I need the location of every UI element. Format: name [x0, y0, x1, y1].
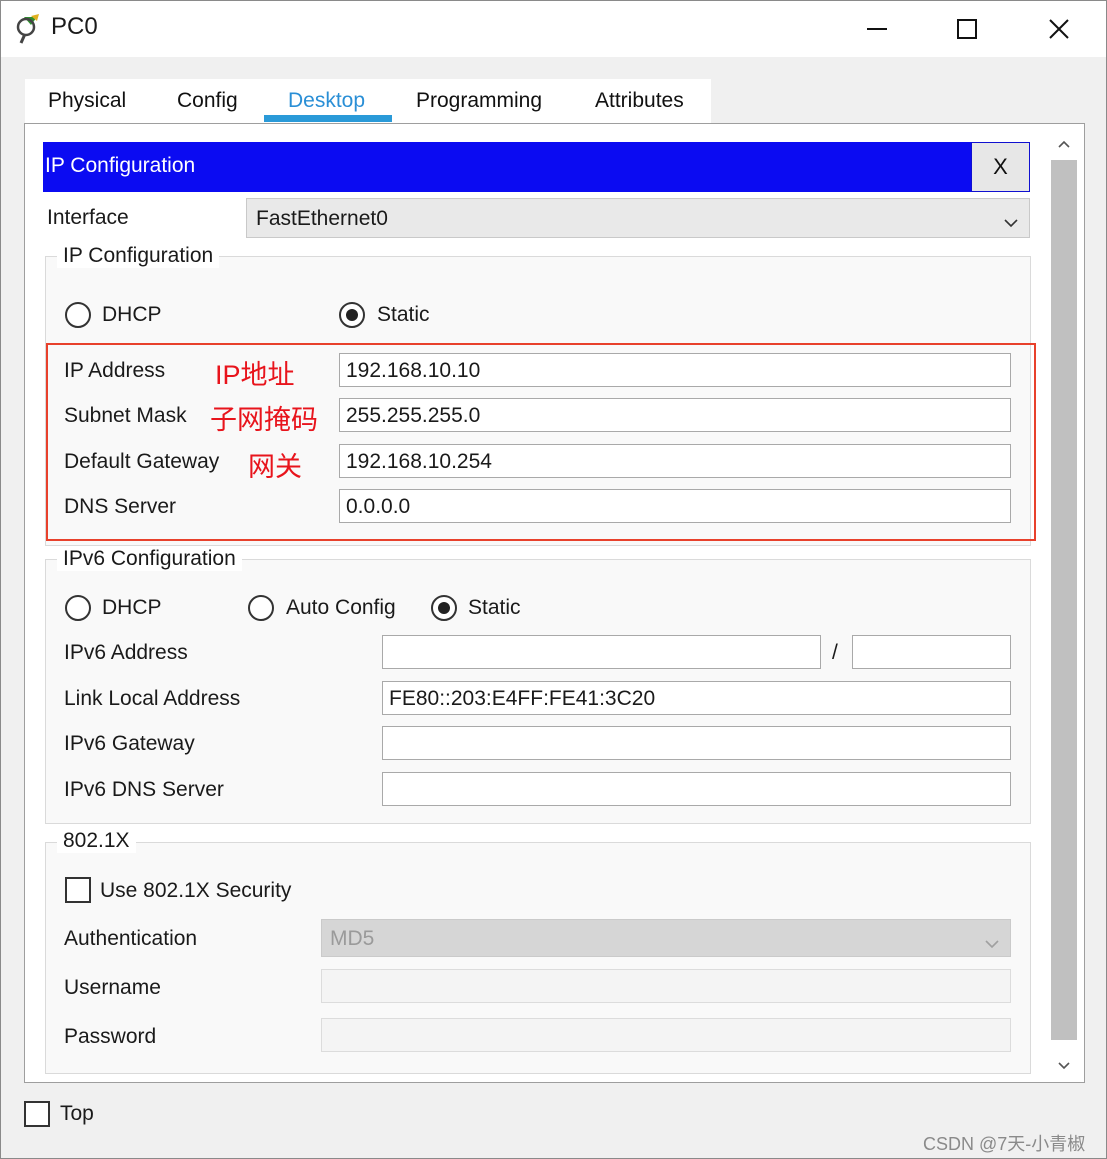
ipv6-address-label: IPv6 Address [64, 641, 188, 664]
scroll-down-arrow-icon[interactable] [1049, 1052, 1079, 1080]
password-input[interactable] [321, 1018, 1011, 1052]
interface-label: Interface [47, 206, 129, 229]
ipv6-static-label: Static [468, 596, 521, 619]
ipv6-address-input[interactable] [382, 635, 821, 669]
dns-server-label: DNS Server [64, 495, 177, 518]
use-8021x-checkbox[interactable] [65, 877, 91, 903]
username-label: Username [64, 976, 161, 999]
ipv4-dhcp-label: DHCP [102, 303, 162, 326]
password-label: Password [64, 1025, 157, 1048]
ipv6-gateway-input[interactable] [382, 726, 1011, 760]
tab-bar: Physical Config Desktop Programming Attr… [25, 79, 711, 123]
subnet-mask-input[interactable]: 255.255.255.0 [339, 398, 1011, 432]
tab-programming[interactable]: Programming [416, 89, 542, 113]
ipv4-static-label: Static [377, 303, 430, 326]
desktop-panel: IP Configuration X Interface FastEtherne… [24, 123, 1085, 1083]
chevron-down-icon [1003, 211, 1019, 235]
ip-address-annotation: IP地址 [215, 360, 295, 390]
ip-config-header: IP Configuration [43, 142, 971, 192]
ipv4-group-title: IP Configuration [57, 244, 220, 268]
dot1x-group-title: 802.1X [57, 829, 136, 853]
interface-select[interactable]: FastEthernet0 [246, 198, 1030, 238]
top-checkbox[interactable] [24, 1101, 50, 1127]
packet-tracer-pc-icon [15, 13, 49, 45]
window-title: PC0 [51, 13, 98, 40]
ipv6-dns-input[interactable] [382, 772, 1011, 806]
maximize-button[interactable] [945, 9, 989, 49]
tab-config[interactable]: Config [177, 89, 238, 113]
ip-configuration-app: IP Configuration X Interface FastEtherne… [43, 142, 1036, 1082]
authentication-label: Authentication [64, 927, 198, 950]
tab-physical[interactable]: Physical [48, 89, 126, 113]
dns-server-input[interactable]: 0.0.0.0 [339, 489, 1011, 523]
subnet-mask-label: Subnet Mask [64, 404, 187, 427]
ipv6-prefix-input[interactable] [852, 635, 1011, 669]
link-local-label: Link Local Address [64, 687, 241, 710]
interface-value: FastEthernet0 [256, 207, 388, 230]
gateway-annotation: 网关 [248, 452, 302, 482]
ipv6-gateway-label: IPv6 Gateway [64, 732, 195, 755]
active-tab-indicator [264, 115, 392, 122]
ipv4-static-radio[interactable] [339, 302, 365, 328]
close-window-button[interactable] [1037, 9, 1081, 49]
ipv4-dhcp-radio[interactable] [65, 302, 91, 328]
ipv6-auto-config-label: Auto Config [286, 596, 396, 619]
use-8021x-label: Use 802.1X Security [100, 879, 292, 902]
link-local-input[interactable]: FE80::203:E4FF:FE41:3C20 [382, 681, 1011, 715]
default-gateway-label: Default Gateway [64, 450, 220, 473]
default-gateway-input[interactable]: 192.168.10.254 [339, 444, 1011, 478]
vertical-scrollbar[interactable] [1049, 130, 1079, 1078]
ip-address-input[interactable]: 192.168.10.10 [339, 353, 1011, 387]
ipv6-auto-config-radio[interactable] [248, 595, 274, 621]
prefix-separator: / [832, 641, 838, 664]
chevron-down-icon [984, 932, 1000, 956]
ipv6-group-title: IPv6 Configuration [57, 547, 242, 571]
username-input[interactable] [321, 969, 1011, 1003]
pc0-window: PC0 Physical Config Desktop Programming … [0, 0, 1107, 1159]
authentication-select[interactable]: MD5 [321, 919, 1011, 957]
watermark: CSDN @7天-小青椒 [923, 1134, 1086, 1154]
ipv6-dhcp-radio[interactable] [65, 595, 91, 621]
authentication-value: MD5 [330, 927, 375, 950]
ipv6-dhcp-label: DHCP [102, 596, 162, 619]
tab-desktop[interactable]: Desktop [288, 89, 365, 113]
scroll-up-arrow-icon[interactable] [1049, 130, 1079, 158]
ipv6-static-radio[interactable] [431, 595, 457, 621]
title-bar: PC0 [1, 1, 1106, 57]
top-label: Top [60, 1102, 94, 1125]
ip-config-close-button[interactable]: X [971, 142, 1030, 192]
ipv6-dns-label: IPv6 DNS Server [64, 778, 224, 801]
scrollbar-thumb[interactable] [1051, 160, 1077, 1040]
tab-attributes[interactable]: Attributes [595, 89, 684, 113]
minimize-button[interactable] [855, 9, 899, 49]
subnet-mask-annotation: 子网掩码 [210, 405, 318, 435]
ip-address-label: IP Address [64, 359, 166, 382]
